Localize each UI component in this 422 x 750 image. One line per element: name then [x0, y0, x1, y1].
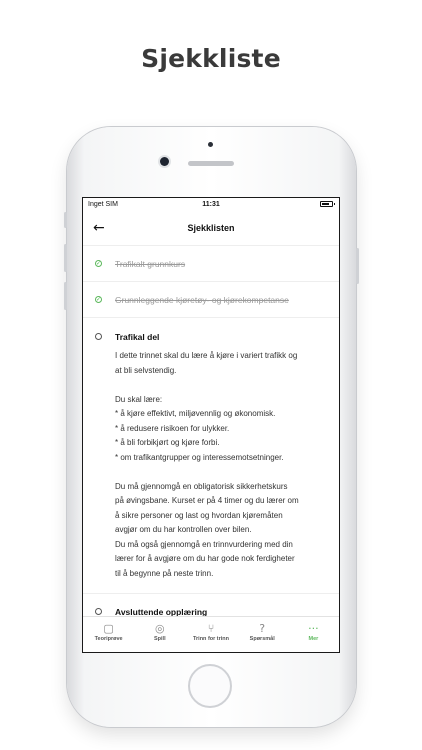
- phone-power-button: [356, 248, 359, 284]
- route-icon: ⑂: [207, 622, 215, 635]
- description-line: * å kjøre effektivt, miljøvennlig og øko…: [115, 409, 276, 418]
- description-line: å sikre personer og last og hvordan kjør…: [115, 510, 283, 520]
- page-headline: Sjekkliste: [141, 44, 281, 73]
- tab-teoriprove[interactable]: ▢ Teoriprøve: [83, 617, 134, 652]
- page-title: Sjekklisten: [187, 223, 235, 233]
- game-icon: ◎: [155, 622, 165, 635]
- chat-question-icon: ?: [259, 622, 266, 635]
- tab-spill[interactable]: ◎ Spill: [134, 617, 185, 652]
- tab-label: Teoriprøve: [94, 636, 123, 642]
- phone-speaker: [188, 161, 234, 166]
- description-line: lærer for å avgjøre om du har gode nok f…: [115, 554, 295, 563]
- checklist-item-grunnleggende[interactable]: ✓ Grunnleggende kjøretøy- og kjørekompet…: [83, 282, 339, 318]
- description-line: * å bli forbikjørt og kjøre forbi.: [115, 438, 220, 447]
- tab-bar: ▢ Teoriprøve ◎ Spill ⑂ Trinn for trinn ?…: [83, 616, 339, 652]
- description-line: avgjør om du har kontrollen over bilen.: [115, 525, 252, 534]
- checklist-item-label: Grunnleggende kjøretøy- og kjørekompetan…: [115, 295, 289, 305]
- phone-mute-switch: [64, 212, 67, 228]
- battery-icon: [320, 201, 335, 207]
- description-line: * om trafikantgrupper og interessemotset…: [115, 452, 284, 462]
- checklist-item-trafikalt-grunnkurs[interactable]: ✓ Trafikalt grunnkurs: [83, 246, 339, 282]
- phone-volume-down: [64, 282, 67, 310]
- description-line: til å begynne på neste trinn.: [115, 568, 214, 578]
- tab-label: Mer: [308, 636, 319, 642]
- tab-trinn-for-trinn[interactable]: ⑂ Trinn for trinn: [185, 617, 236, 652]
- empty-circle-icon[interactable]: [95, 333, 102, 340]
- checklist-item-description: I dette trinnet skal du lære å kjøre i v…: [83, 349, 339, 581]
- phone-volume-up: [64, 244, 67, 272]
- home-button[interactable]: [188, 664, 232, 708]
- tab-mer[interactable]: ··· Mer: [288, 617, 339, 652]
- description-line: * å redusere risikoen for ulykker.: [115, 423, 230, 433]
- description-line: på øvingsbane. Kurset er på 4 timer og d…: [115, 496, 299, 505]
- checklist: ✓ Trafikalt grunnkurs ✓ Grunnleggende kj…: [83, 246, 339, 630]
- nav-bar: ← Sjekklisten: [83, 212, 339, 246]
- phone-proximity-sensor: [208, 142, 213, 147]
- checklist-item-label: Trafikalt grunnkurs: [115, 259, 186, 269]
- app-screen: Inget SIM 11:31 ← Sjekklisten ✓ Trafikal…: [82, 197, 340, 653]
- phone-camera: [160, 157, 169, 166]
- clock: 11:31: [202, 201, 220, 208]
- description-line: at bli selvstendig.: [115, 365, 177, 375]
- checklist-item-label: Trafikal del: [115, 332, 160, 342]
- status-bar: Inget SIM 11:31: [83, 198, 339, 212]
- description-line: Du må også gjennomgå en trinnvurdering m…: [115, 539, 293, 549]
- tab-label: Trinn for trinn: [192, 636, 230, 642]
- clipboard-icon: ▢: [103, 622, 114, 635]
- more-dots-icon: ···: [308, 622, 319, 635]
- description-line: Du må gjennomgå en obligatorisk sikkerhe…: [115, 481, 288, 491]
- checklist-item-trafikal-del[interactable]: Trafikal del I dette trinnet skal du lær…: [83, 318, 339, 594]
- description-line: I dette trinnet skal du lære å kjøre i v…: [115, 351, 298, 360]
- description-line: Du skal lære:: [115, 394, 163, 404]
- tab-label: Spill: [153, 636, 166, 642]
- tab-label: Spørsmål: [249, 636, 275, 642]
- tab-sporsmal[interactable]: ? Spørsmål: [237, 617, 288, 652]
